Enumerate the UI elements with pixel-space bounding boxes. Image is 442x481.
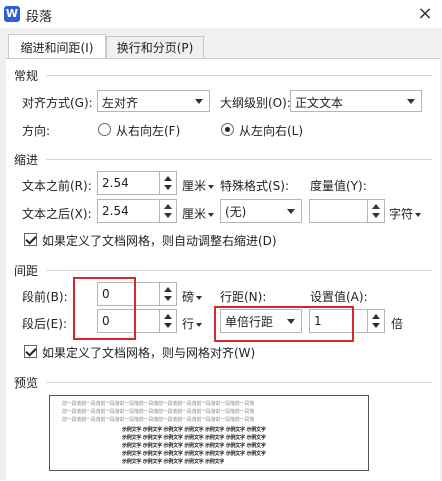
window-title: 段落: [26, 10, 53, 25]
section-general-label: 常规: [14, 69, 39, 83]
spin-up-icon[interactable]: [164, 314, 172, 319]
spin-up-icon[interactable]: [372, 204, 380, 209]
spin-down-icon[interactable]: [164, 185, 172, 190]
indent-after-label: 文本之后(X):: [22, 207, 92, 221]
direction-label: 方向:: [22, 124, 51, 138]
spin-down-icon[interactable]: [372, 323, 380, 328]
preview-sample-line: 示例文字 示例文字 示例文字 示例文字 示例文字 示例文字 示例文字: [122, 427, 266, 433]
alignment-value: 左对齐: [102, 96, 139, 110]
special-format-select[interactable]: (无): [220, 199, 302, 223]
tab-indent-spacing[interactable]: 缩进和间距(I): [8, 34, 106, 59]
section-divider: [46, 270, 432, 271]
spin-up-icon[interactable]: [164, 287, 172, 292]
outline-level-select[interactable]: 正文文本: [290, 90, 422, 112]
spinner-buttons[interactable]: [159, 283, 176, 305]
spin-down-icon[interactable]: [164, 323, 172, 328]
chevron-down-icon: [195, 99, 203, 104]
tab-line-page-breaks[interactable]: 换行和分页(P): [106, 36, 204, 59]
preview-prev-line: 前一段落前一段落前一段落前一段落前一段落前一段落前一段落前一段落前一段落前一段落: [62, 401, 255, 407]
alignment-label: 对齐方式(G):: [22, 96, 93, 110]
setting-value-label: 设置值(A):: [310, 290, 368, 304]
indent-after-field[interactable]: 2.54: [97, 199, 177, 223]
indent-before-label: 文本之前(R):: [22, 179, 92, 193]
indent-before-field[interactable]: 2.54: [97, 171, 177, 195]
preview-sample-line: 示例文字 示例文字 示例文字 示例文字 示例文字 示例文字 示例文字: [122, 443, 266, 449]
outline-level-label: 大纲级别(O):: [220, 96, 291, 110]
preview-sample-line: 示例文字 示例文字 示例文字 示例文字 示例文字 示例文字 示例文字: [122, 451, 266, 457]
special-format-value: (无): [225, 205, 247, 219]
highlight-box: [73, 277, 136, 340]
title-bar: W 段落 ×: [0, 0, 442, 28]
section-indent-label: 缩进: [14, 153, 39, 167]
auto-adjust-checkbox[interactable]: [24, 233, 37, 246]
spinner-buttons[interactable]: [159, 172, 176, 194]
preview-sample-line: 示例文字 示例文字 示例文字 示例文字 示例文字: [122, 459, 225, 465]
section-preview-label: 预览: [14, 376, 39, 390]
spacing-before-label: 段前(B):: [22, 290, 68, 304]
measure-field[interactable]: [309, 199, 385, 223]
rtl-label: 从右向左(F): [116, 124, 181, 138]
spin-down-icon[interactable]: [372, 213, 380, 218]
spinner-buttons[interactable]: [367, 200, 384, 222]
snap-to-grid-label: 如果定义了文档网格，则与网格对齐(W): [42, 346, 256, 360]
paragraph-preview: 前一段落前一段落前一段落前一段落前一段落前一段落前一段落前一段落前一段落前一段落…: [49, 395, 369, 471]
measure-label: 度量值(Y):: [310, 179, 367, 193]
spacing-after-unit[interactable]: 行: [182, 315, 202, 332]
alignment-select[interactable]: 左对齐: [97, 90, 210, 112]
spin-down-icon[interactable]: [164, 213, 172, 218]
spinner-buttons[interactable]: [159, 200, 176, 222]
highlight-box: [214, 306, 354, 342]
chevron-down-icon: [407, 99, 415, 104]
preview-prev-line: 前一段落前一段落前一段落前一段落前一段落前一段落前一段落前一段落前一段落前一段落: [62, 417, 255, 423]
measure-unit[interactable]: 字符: [389, 205, 421, 222]
spinner-buttons[interactable]: [367, 310, 384, 332]
spacing-before-unit[interactable]: 磅: [182, 288, 202, 305]
special-format-label: 特殊格式(S):: [220, 179, 290, 193]
line-spacing-label: 行距(N):: [220, 290, 267, 304]
section-divider: [46, 159, 432, 160]
spin-down-icon[interactable]: [164, 296, 172, 301]
spin-up-icon[interactable]: [164, 204, 172, 209]
indent-before-unit[interactable]: 厘米: [182, 177, 214, 194]
snap-to-grid-checkbox[interactable]: [24, 345, 37, 358]
chevron-down-icon: [287, 209, 295, 214]
section-divider: [46, 382, 432, 383]
preview-sample-line: 示例文字 示例文字 示例文字 示例文字 示例文字 示例文字 示例文字: [122, 435, 266, 441]
outline-level-value: 正文文本: [295, 96, 344, 110]
spinner-buttons[interactable]: [159, 310, 176, 332]
spacing-after-label: 段后(E):: [22, 317, 67, 331]
ltr-label: 从左向右(L): [239, 124, 304, 138]
setting-unit: 倍: [391, 317, 404, 331]
auto-adjust-label: 如果定义了文档网格，则自动调整右缩进(D): [42, 234, 277, 248]
preview-prev-line: 前一段落前一段落前一段落前一段落前一段落前一段落前一段落前一段落前一段落前一段落: [62, 409, 255, 415]
indent-after-unit[interactable]: 厘米: [182, 205, 214, 222]
section-spacing-label: 间距: [14, 264, 39, 278]
ltr-radio[interactable]: [221, 123, 234, 136]
spin-up-icon[interactable]: [372, 314, 380, 319]
close-icon[interactable]: ×: [414, 3, 436, 25]
indent-after-value: 2.54: [102, 204, 129, 218]
spin-up-icon[interactable]: [164, 176, 172, 181]
rtl-radio[interactable]: [98, 123, 111, 136]
indent-before-value: 2.54: [102, 176, 129, 190]
wps-app-icon: W: [4, 6, 20, 22]
section-divider: [46, 75, 432, 76]
